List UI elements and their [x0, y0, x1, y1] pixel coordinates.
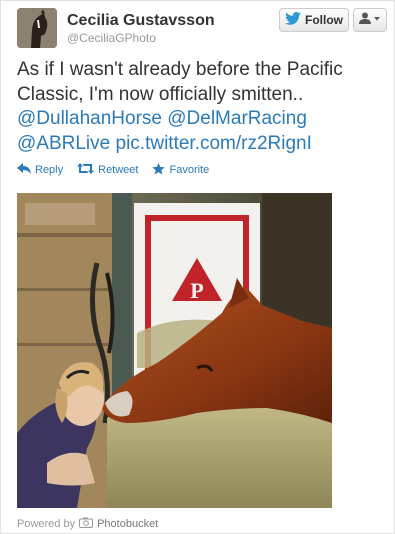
photobucket-link[interactable]: Photobucket — [97, 518, 158, 530]
twitter-bird-icon — [285, 12, 301, 28]
user-dropdown-icon — [359, 11, 381, 29]
follow-button[interactable]: Follow — [279, 8, 349, 32]
powered-by-label: Powered by — [17, 518, 76, 530]
author-handle[interactable]: @CeciliaGPhoto — [67, 31, 156, 45]
author-avatar[interactable] — [17, 8, 57, 48]
embedded-tweet-card: Cecilia Gustavsson @CeciliaGPhoto Follow… — [0, 0, 395, 534]
camera-icon — [79, 517, 94, 531]
tweet-text: As if I wasn't already before the Pacifi… — [17, 58, 387, 156]
retweet-icon — [77, 163, 95, 177]
tweet-text-line1: As if I wasn't already before the Pacifi… — [17, 59, 343, 80]
mention-delmarracing[interactable]: @DelMarRacing — [167, 108, 307, 129]
tweet-photo[interactable]: P — [17, 193, 332, 508]
follow-label: Follow — [305, 13, 343, 27]
author-name[interactable]: Cecilia Gustavsson — [67, 12, 215, 30]
user-actions-dropdown[interactable] — [353, 8, 387, 32]
mention-abrlive[interactable]: @ABRLive — [17, 133, 110, 154]
stall-sign-letter: P — [190, 278, 203, 303]
reply-icon — [17, 163, 31, 177]
retweet-label: Retweet — [98, 164, 139, 176]
mention-dullahanhorse[interactable]: @DullahanHorse — [17, 108, 162, 129]
reply-label: Reply — [35, 164, 64, 176]
tweet-actions: Reply Retweet Favorite — [17, 162, 209, 178]
favorite-label: Favorite — [169, 164, 210, 176]
star-icon — [152, 162, 166, 178]
favorite-action[interactable]: Favorite — [152, 162, 210, 178]
powered-by-footer: Powered by Photobucket — [17, 517, 158, 531]
reply-action[interactable]: Reply — [17, 163, 63, 177]
tweet-text-line2: Classic, I'm now officially smitten.. — [17, 83, 304, 105]
pic-twitter-link[interactable]: pic.twitter.com/rz2RignI — [116, 133, 312, 154]
retweet-action[interactable]: Retweet — [77, 163, 138, 177]
